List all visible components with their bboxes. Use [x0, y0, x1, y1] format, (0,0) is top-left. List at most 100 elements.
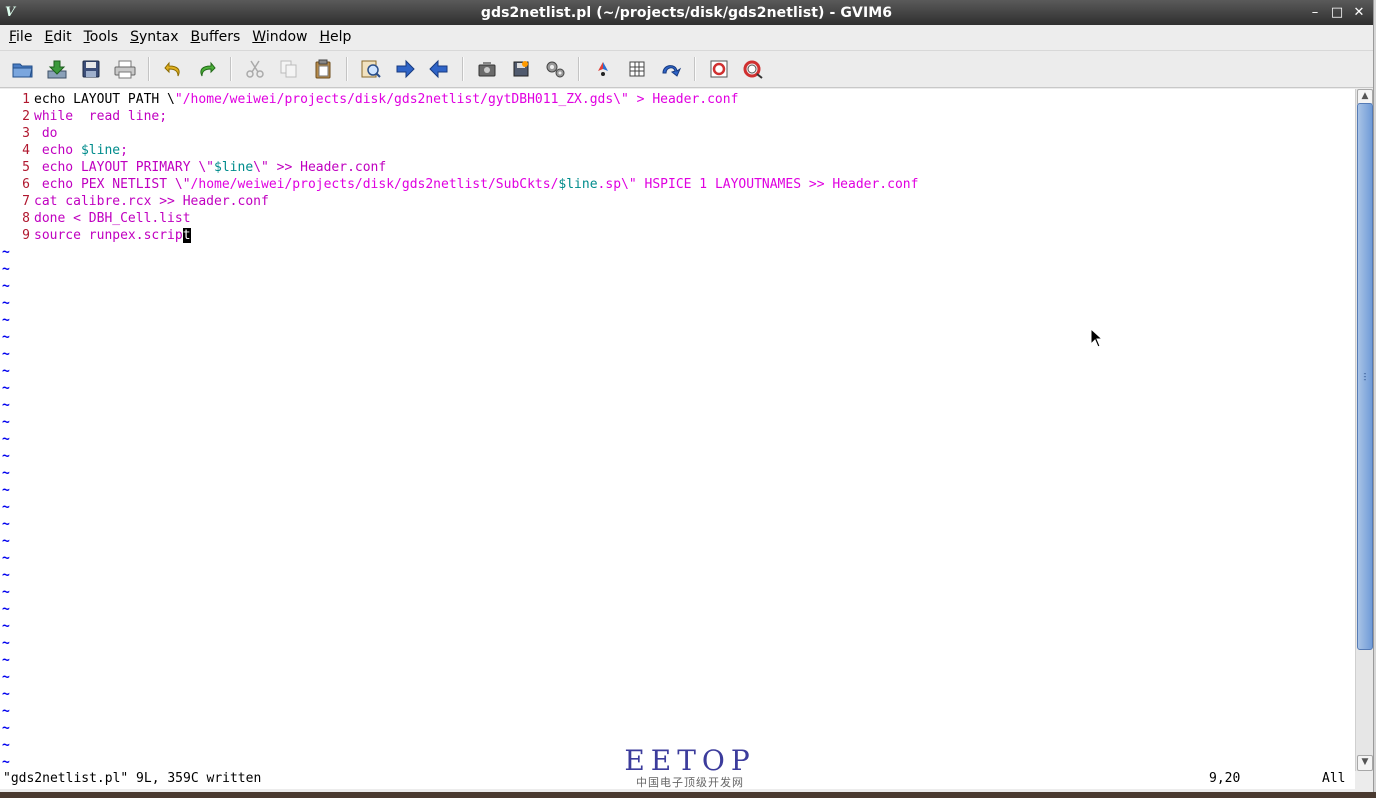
empty-line-marker: ~ [2, 466, 10, 481]
watermark-brand: EETOP [624, 744, 756, 777]
scroll-indicator: All [1322, 771, 1346, 786]
redo-icon[interactable] [194, 56, 220, 82]
mouse-pointer-icon [1090, 327, 1104, 352]
empty-line-marker: ~ [2, 636, 10, 651]
code-token: while read line; [34, 109, 168, 124]
empty-line-marker: ~ [2, 670, 10, 685]
empty-line-marker: ~ [2, 687, 10, 702]
toolbar [0, 51, 1373, 88]
save-download-icon[interactable] [44, 56, 70, 82]
save-icon[interactable] [78, 56, 104, 82]
make-icon[interactable] [590, 56, 616, 82]
scrollbar-thumb[interactable]: --- [1357, 103, 1373, 650]
gvim-window: V gds2netlist.pl (~/projects/disk/gds2ne… [0, 0, 1374, 792]
save-session-icon[interactable] [508, 56, 534, 82]
empty-line-marker: ~ [2, 296, 10, 311]
code-line[interactable]: 3 do [0, 125, 57, 142]
undo-icon[interactable] [160, 56, 186, 82]
empty-line-marker: ~ [2, 534, 10, 549]
menu-edit[interactable]: Edit [38, 25, 77, 50]
code-token: cat calibre.rcx >> Header.conf [34, 194, 269, 209]
empty-line-marker: ~ [2, 347, 10, 362]
find-prev-icon[interactable] [426, 56, 452, 82]
cut-icon[interactable] [242, 56, 268, 82]
toolbar-separator [462, 57, 464, 81]
run-script-icon[interactable] [542, 56, 568, 82]
empty-line-marker: ~ [2, 585, 10, 600]
code-line[interactable]: 4 echo $line; [0, 142, 128, 159]
empty-line-marker: ~ [2, 704, 10, 719]
desktop-strip [0, 792, 1376, 798]
empty-line-marker: ~ [2, 245, 10, 260]
load-session-icon[interactable] [474, 56, 500, 82]
minimize-icon[interactable]: – [1307, 5, 1323, 21]
line-number: 7 [22, 194, 30, 209]
toolbar-separator [346, 57, 348, 81]
code-line[interactable]: 6 echo PEX NETLIST \"/home/weiwei/projec… [0, 176, 918, 193]
jump-icon[interactable] [658, 56, 684, 82]
empty-line-marker: ~ [2, 330, 10, 345]
vertical-scrollbar[interactable]: ▲ --- ▼ [1355, 89, 1373, 771]
find-help-icon[interactable] [740, 56, 766, 82]
code-line[interactable]: 2 while read line; [0, 108, 167, 125]
empty-line-marker: ~ [2, 500, 10, 515]
title-bar[interactable]: V gds2netlist.pl (~/projects/disk/gds2ne… [0, 0, 1373, 25]
menu-file[interactable]: File [3, 25, 38, 50]
help-icon[interactable] [706, 56, 732, 82]
maximize-icon[interactable]: □ [1329, 5, 1345, 21]
line-number: 1 [22, 92, 30, 107]
table-icon[interactable] [624, 56, 650, 82]
empty-line-marker: ~ [2, 415, 10, 430]
copy-icon[interactable] [276, 56, 302, 82]
code-token: $line [558, 177, 598, 192]
line-number: 2 [22, 109, 30, 124]
line-number: 5 [22, 160, 30, 175]
code-token: .sp\" HSPICE 1 LAYOUTNAMES >> Header.con… [597, 177, 919, 192]
code-token: /home/weiwei/projects/disk/gds2netlist/S… [190, 177, 559, 192]
empty-line-marker: ~ [2, 517, 10, 532]
watermark-tagline: 中国电子顶级开发网 [636, 776, 744, 789]
code-token: "/home/weiwei/projects/disk/gds2netlist/… [174, 92, 739, 107]
line-number: 3 [22, 126, 30, 141]
line-number: 6 [22, 177, 30, 192]
status-message: "gds2netlist.pl" 9L, 359C written [3, 771, 262, 786]
empty-line-marker: ~ [2, 313, 10, 328]
empty-line-marker: ~ [2, 483, 10, 498]
empty-line-marker: ~ [2, 551, 10, 566]
editor-text-area[interactable]: 1 echo LAYOUT PATH \"/home/weiwei/project… [0, 89, 1355, 770]
menu-window[interactable]: Window [246, 25, 313, 50]
code-token: source runpex.scrip [34, 228, 183, 243]
close-icon[interactable]: ✕ [1351, 5, 1367, 21]
menu-help[interactable]: Help [314, 25, 358, 50]
toolbar-separator [694, 57, 696, 81]
code-token: ; [120, 143, 128, 158]
code-line[interactable]: 5 echo LAYOUT PRIMARY \"$line\" >> Heade… [0, 159, 386, 176]
empty-line-marker: ~ [2, 432, 10, 447]
code-token: \" >> Header.conf [253, 160, 387, 175]
empty-line-marker: ~ [2, 738, 10, 753]
line-number: 8 [22, 211, 30, 226]
menu-syntax[interactable]: Syntax [124, 25, 184, 50]
empty-line-marker: ~ [2, 602, 10, 617]
empty-line-marker: ~ [2, 653, 10, 668]
menu-buffers[interactable]: Buffers [185, 25, 247, 50]
empty-line-marker: ~ [2, 381, 10, 396]
open-icon[interactable] [10, 56, 36, 82]
code-token: echo LAYOUT PATH \ [34, 92, 175, 107]
menu-tools[interactable]: Tools [78, 25, 125, 50]
code-line[interactable]: 8 done < DBH_Cell.list [0, 210, 190, 227]
code-token: echo LAYOUT PRIMARY \" [34, 160, 215, 175]
code-line[interactable]: 9 source runpex.script [0, 227, 191, 244]
line-number: 4 [22, 143, 30, 158]
scroll-down-icon[interactable]: ▼ [1357, 755, 1373, 771]
find-next-icon[interactable] [392, 56, 418, 82]
paste-icon[interactable] [310, 56, 336, 82]
print-icon[interactable] [112, 56, 138, 82]
watermark: EETOP 中国电子顶级开发网 [620, 746, 760, 790]
empty-line-marker: ~ [2, 619, 10, 634]
empty-line-marker: ~ [2, 721, 10, 736]
find-replace-icon[interactable] [358, 56, 384, 82]
code-line[interactable]: 7 cat calibre.rcx >> Header.conf [0, 193, 269, 210]
code-line[interactable]: 1 echo LAYOUT PATH \"/home/weiwei/project… [0, 91, 738, 108]
menu-bar: File Edit Tools Syntax Buffers Window He… [0, 25, 1373, 51]
